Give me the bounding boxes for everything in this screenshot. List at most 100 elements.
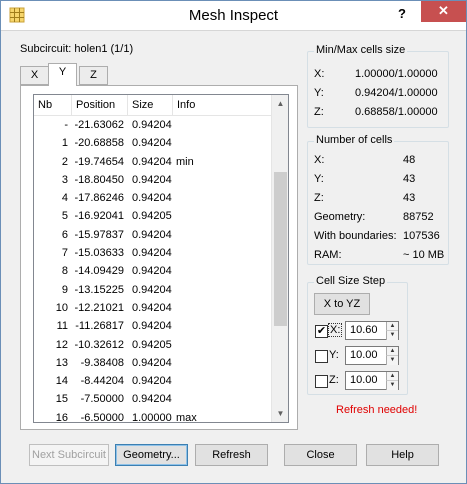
spin-up-icon[interactable]: ▲ <box>386 322 398 331</box>
step-x-checkbox[interactable]: ✔ <box>315 325 328 338</box>
list-item[interactable]: 8 -14.09429 0.94204 <box>34 262 271 280</box>
row-position: -13.15225 <box>74 283 124 296</box>
row-nb: 8 <box>61 265 68 278</box>
cells-geometry-value: 88752 <box>403 211 434 223</box>
next-subcircuit-button[interactable]: Next Subcircuit <box>29 444 109 466</box>
cells-geometry-label: Geometry: <box>314 211 366 223</box>
list-item[interactable]: 1 -20.68858 0.94204 <box>34 134 271 152</box>
col-size[interactable]: Size <box>128 95 173 116</box>
help-button[interactable]: Help <box>366 444 439 466</box>
list-item[interactable]: 11 -11.26817 0.94204 <box>34 317 271 335</box>
row-position: -7.50000 <box>80 393 124 406</box>
close-button[interactable]: Close <box>284 444 357 466</box>
row-position: -9.38408 <box>80 356 124 369</box>
row-nb: 6 <box>61 228 68 241</box>
cells-list[interactable]: Nb Position Size Info - -21.63062 0.94204 1… <box>33 94 289 423</box>
row-position: -12.21021 <box>74 301 124 314</box>
scroll-thumb[interactable] <box>274 172 287 326</box>
row-size: 0.94204 <box>132 356 172 369</box>
row-size: 0.94204 <box>132 375 172 388</box>
list-item[interactable]: 7 -15.03633 0.94204 <box>34 244 271 262</box>
refresh-button[interactable]: Refresh <box>195 444 268 466</box>
step-x-value: 10.60 <box>350 324 378 336</box>
row-size: 0.94204 <box>132 320 172 333</box>
row-size: 0.94204 <box>132 155 172 168</box>
list-item[interactable]: 5 -16.92041 0.94205 <box>34 207 271 225</box>
list-rows: - -21.63062 0.94204 1 -20.68858 0.94204 2 -19.7… <box>34 116 271 423</box>
list-item[interactable]: 16 -6.50000 1.00000 max <box>34 409 271 423</box>
spin-down-icon[interactable]: ▼ <box>386 331 398 340</box>
list-item[interactable]: 4 -17.86246 0.94204 <box>34 189 271 207</box>
list-item[interactable]: 13 -9.38408 0.94204 <box>34 354 271 372</box>
row-size: 0.94204 <box>132 228 172 241</box>
step-title: Cell Size Step <box>314 275 388 287</box>
row-position: -17.86246 <box>74 192 124 205</box>
minmax-y-value: 0.94204/1.00000 <box>355 87 438 99</box>
step-y-spinbox[interactable]: 10.00 ▲ ▼ <box>345 346 399 365</box>
list-item[interactable]: 9 -13.15225 0.94204 <box>34 281 271 299</box>
cells-y-label: Y: <box>314 173 324 185</box>
row-position: -14.09429 <box>74 265 124 278</box>
minmax-z-label: Z: <box>314 106 324 118</box>
col-nb[interactable]: Nb <box>34 95 72 116</box>
row-position: -19.74654 <box>74 155 124 168</box>
row-size: 0.94204 <box>132 393 172 406</box>
row-nb: 3 <box>61 173 68 186</box>
row-size: 1.00000 <box>132 411 172 423</box>
window-close-button[interactable]: ✕ <box>421 1 466 22</box>
tab-x[interactable]: X <box>20 66 49 85</box>
list-item[interactable]: - -21.63062 0.94204 <box>34 116 271 134</box>
step-x-spinbox[interactable]: 10.60 ▲ ▼ <box>345 321 399 340</box>
cells-title: Number of cells <box>314 134 395 146</box>
col-position[interactable]: Position <box>72 95 128 116</box>
step-y-checkbox[interactable] <box>315 350 328 363</box>
step-z-checkbox[interactable] <box>315 375 328 388</box>
x-to-yz-button[interactable]: X to YZ <box>314 293 370 315</box>
row-position: -21.63062 <box>74 119 124 131</box>
row-nb: 12 <box>55 338 68 351</box>
list-item[interactable]: 10 -12.21021 0.94204 <box>34 299 271 317</box>
refresh-needed-warning: Refresh needed! <box>336 404 418 416</box>
list-item[interactable]: 14 -8.44204 0.94204 <box>34 372 271 390</box>
cells-y-value: 43 <box>403 173 416 185</box>
row-size: 0.94204 <box>132 173 172 186</box>
step-group: Cell Size Step X to YZ ✔ X: 10.60 ▲ ▼ Y:… <box>307 275 408 395</box>
list-scrollbar[interactable]: ▲ ▼ <box>271 95 288 422</box>
row-info: max <box>176 411 197 423</box>
step-z-spinbox[interactable]: 10.00 ▲ ▼ <box>345 371 399 390</box>
row-nb: 15 <box>55 393 68 406</box>
row-size: 0.94204 <box>132 283 172 296</box>
list-item[interactable]: 15 -7.50000 0.94204 <box>34 390 271 408</box>
cells-z-label: Z: <box>314 192 324 204</box>
spin-down-icon[interactable]: ▼ <box>386 381 398 390</box>
row-size: 0.94204 <box>132 247 172 260</box>
spin-down-icon[interactable]: ▼ <box>386 356 398 365</box>
row-position: -15.97837 <box>74 228 124 241</box>
row-nb: 13 <box>55 356 68 369</box>
help-question-icon[interactable]: ? <box>389 3 415 25</box>
row-size: 0.94204 <box>132 265 172 278</box>
list-item[interactable]: 6 -15.97837 0.94204 <box>34 226 271 244</box>
row-position: -6.50000 <box>80 411 124 423</box>
col-info[interactable]: Info <box>173 95 271 116</box>
cells-x-label: X: <box>314 154 325 166</box>
row-nb: 16 <box>55 411 68 423</box>
minmax-title: Min/Max cells size <box>314 44 408 56</box>
spin-up-icon[interactable]: ▲ <box>386 347 398 356</box>
row-size: 0.94204 <box>132 119 172 131</box>
list-item[interactable]: 12 -10.32612 0.94205 <box>34 336 271 354</box>
list-item[interactable]: 3 -18.80450 0.94204 <box>34 171 271 189</box>
row-size: 0.94204 <box>132 301 172 314</box>
geometry-button[interactable]: Geometry... <box>115 444 188 466</box>
row-nb: 10 <box>55 301 68 314</box>
scroll-down-icon[interactable]: ▼ <box>272 405 288 422</box>
cells-group: Number of cells X: 48 Y: 43 Z: 43 Geomet… <box>307 134 449 265</box>
scroll-up-icon[interactable]: ▲ <box>272 95 288 112</box>
tab-y[interactable]: Y <box>48 63 77 86</box>
spin-up-icon[interactable]: ▲ <box>386 372 398 381</box>
list-item[interactable]: 2 -19.74654 0.94204 min <box>34 153 271 171</box>
tab-z[interactable]: Z <box>79 66 108 85</box>
minmax-group: Min/Max cells size X: 1.00000/1.00000 Y:… <box>307 44 449 128</box>
cells-boundaries-value: 107536 <box>403 230 440 242</box>
cells-ram-label: RAM: <box>314 249 342 261</box>
